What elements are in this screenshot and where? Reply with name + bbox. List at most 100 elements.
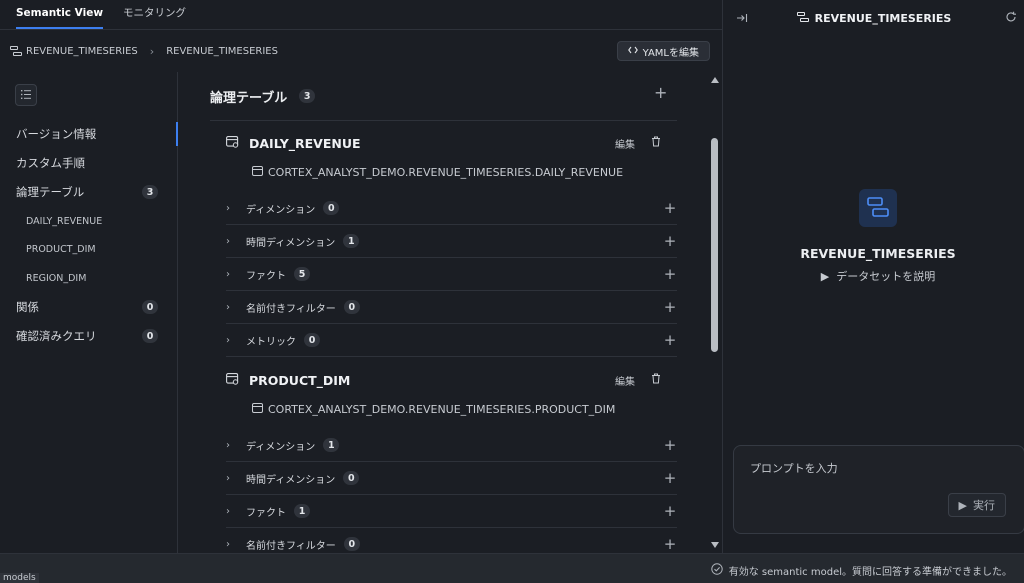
row-label: 時間ディメンション <box>246 474 336 486</box>
list-item[interactable]: › 時間ディメンション 1 + <box>226 225 677 258</box>
database-table-icon <box>252 165 263 179</box>
sidebar-item-verified-queries[interactable]: 確認済みクエリ 0 <box>16 326 158 346</box>
section-header: 論理テーブル 3 <box>210 86 316 106</box>
row-label: ファクト <box>246 270 286 282</box>
trash-icon[interactable] <box>651 373 661 387</box>
semantic-view-icon <box>10 46 22 56</box>
scroll-up-icon[interactable] <box>710 75 720 85</box>
sidebar-item-custom-instructions[interactable]: カスタム手順 <box>16 153 158 173</box>
sidebar-item-label: カスタム手順 <box>16 156 85 170</box>
list-item[interactable]: › 名前付きフィルター 0 + <box>226 291 677 324</box>
collapse-panel-icon[interactable] <box>735 11 749 25</box>
semantic-view-icon <box>867 196 889 220</box>
check-circle-icon <box>711 563 723 578</box>
list-item[interactable]: › ファクト 5 + <box>226 258 677 291</box>
edit-table-button[interactable]: 編集 <box>615 136 635 151</box>
list-item[interactable]: › 名前付きフィルター 0 + <box>226 528 677 553</box>
chevron-right-icon: › <box>226 235 230 247</box>
run-button[interactable]: ▶ 実行 <box>947 493 1006 517</box>
add-table-button[interactable]: + <box>654 85 668 101</box>
count-badge: 1 <box>323 438 340 452</box>
sidebar-item-daily-revenue[interactable]: DAILY_REVENUE <box>26 211 158 231</box>
add-icon[interactable]: + <box>663 438 677 453</box>
scrollbar[interactable] <box>709 72 721 553</box>
add-icon[interactable]: + <box>663 471 677 486</box>
row-label: 時間ディメンション <box>246 237 336 249</box>
sidebar-item-logical-tables[interactable]: 論理テーブル 3 <box>16 182 158 202</box>
sidebar-item-version-info[interactable]: バージョン情報 <box>16 124 158 144</box>
database-table-icon <box>252 402 263 416</box>
chevron-right-icon: › <box>226 472 230 484</box>
list-item[interactable]: › ディメンション 0 + <box>226 192 677 225</box>
edit-table-button[interactable]: 編集 <box>615 373 635 388</box>
list-item[interactable]: › ディメンション 1 + <box>226 429 677 462</box>
row-label: 名前付きフィルター <box>246 303 336 315</box>
count-badge: 3 <box>142 185 158 199</box>
list-item[interactable]: › ファクト 1 + <box>226 495 677 528</box>
prompt-box: ▶ 実行 <box>733 445 1024 534</box>
chat-panel-title-text: REVENUE_TIMESERIES <box>814 11 952 25</box>
tab-monitoring[interactable]: モニタリング <box>123 5 186 29</box>
count-badge: 3 <box>299 89 316 103</box>
breadcrumb-item-current: REVENUE_TIMESERIES <box>166 45 278 57</box>
scroll-down-icon[interactable] <box>710 540 720 550</box>
refresh-icon[interactable] <box>1005 11 1019 25</box>
add-icon[interactable]: + <box>663 201 677 216</box>
semantic-model-name: REVENUE_TIMESERIES <box>800 246 956 261</box>
add-icon[interactable]: + <box>663 234 677 249</box>
sidebar-item-relationships[interactable]: 関係 0 <box>16 297 158 317</box>
table-header: PRODUCT_DIM <box>226 371 350 389</box>
sidebar-item-label: バージョン情報 <box>16 127 97 141</box>
sidebar: バージョン情報 カスタム手順 論理テーブル 3 DAILY_REVENUE PR… <box>0 72 178 553</box>
breadcrumb-item-root[interactable]: REVENUE_TIMESERIES <box>26 46 138 57</box>
status-bar: models 有効な semantic model。質問に回答する準備ができまし… <box>0 553 1024 583</box>
add-icon[interactable]: + <box>663 267 677 282</box>
row-label: ディメンション <box>246 204 316 216</box>
sidebar-toggle-button[interactable] <box>15 84 37 106</box>
sidebar-active-indicator <box>176 122 178 146</box>
explain-dataset-button[interactable]: ▶ データセットを説明 <box>723 268 1024 284</box>
sidebar-item-label: PRODUCT_DIM <box>26 243 96 255</box>
add-icon[interactable]: + <box>663 537 677 552</box>
semantic-view-icon <box>796 11 809 25</box>
app-window: Semantic View モニタリング REVENUE_TIMESERIES … <box>0 0 1024 583</box>
breadcrumb: REVENUE_TIMESERIES › REVENUE_TIMESERIES … <box>0 30 722 72</box>
content-area: 論理テーブル 3 + DAILY_REVENUE 編集 CORTEX_ANALY… <box>190 72 708 553</box>
chevron-right-icon: › <box>226 301 230 313</box>
prompt-input[interactable] <box>750 462 950 475</box>
sidebar-item-product-dim[interactable]: PRODUCT_DIM <box>26 239 158 259</box>
chevron-right-icon: › <box>226 505 230 517</box>
row-label: ファクト <box>246 507 286 519</box>
list-item[interactable]: › メトリック 0 + <box>226 324 677 357</box>
count-badge: 5 <box>294 267 310 281</box>
list-item[interactable]: › 時間ディメンション 0 + <box>226 462 677 495</box>
chevron-right-icon: › <box>226 268 230 280</box>
row-label: 名前付きフィルター <box>246 540 336 552</box>
table-header: DAILY_REVENUE <box>226 134 361 152</box>
add-icon[interactable]: + <box>663 300 677 315</box>
tab-semantic-view[interactable]: Semantic View <box>16 7 104 29</box>
status-message-text: 有効な semantic model。質問に回答する準備ができました。 <box>728 567 1012 578</box>
chat-panel-title: REVENUE_TIMESERIES <box>796 11 952 25</box>
table-name: PRODUCT_DIM <box>249 372 351 388</box>
table-name: DAILY_REVENUE <box>249 135 361 151</box>
scrollbar-thumb[interactable] <box>711 138 718 352</box>
sidebar-item-label: 確認済みクエリ <box>16 329 97 343</box>
table-actions: 編集 <box>615 134 661 152</box>
edit-yaml-button[interactable]: YAMLを編集 <box>616 41 710 61</box>
count-badge: 0 <box>142 329 158 343</box>
count-badge: 1 <box>343 234 360 248</box>
sidebar-item-region-dim[interactable]: REGION_DIM <box>26 268 158 288</box>
tab-bar: Semantic View モニタリング <box>0 0 722 30</box>
chat-panel: REVENUE_TIMESERIES REVENUE_TIMESERIES ▶ … <box>722 0 1024 553</box>
add-icon[interactable]: + <box>663 333 677 348</box>
count-badge: 0 <box>343 300 360 314</box>
chat-panel-header: REVENUE_TIMESERIES <box>723 0 1024 36</box>
divider <box>210 120 677 121</box>
add-icon[interactable]: + <box>663 504 677 519</box>
sidebar-item-label: 関係 <box>16 300 39 314</box>
table-icon <box>226 135 239 151</box>
trash-icon[interactable] <box>651 136 661 150</box>
table-path: CORTEX_ANALYST_DEMO.REVENUE_TIMESERIES.D… <box>252 164 623 180</box>
status-message: 有効な semantic model。質問に回答する準備ができました。 <box>711 563 1012 578</box>
